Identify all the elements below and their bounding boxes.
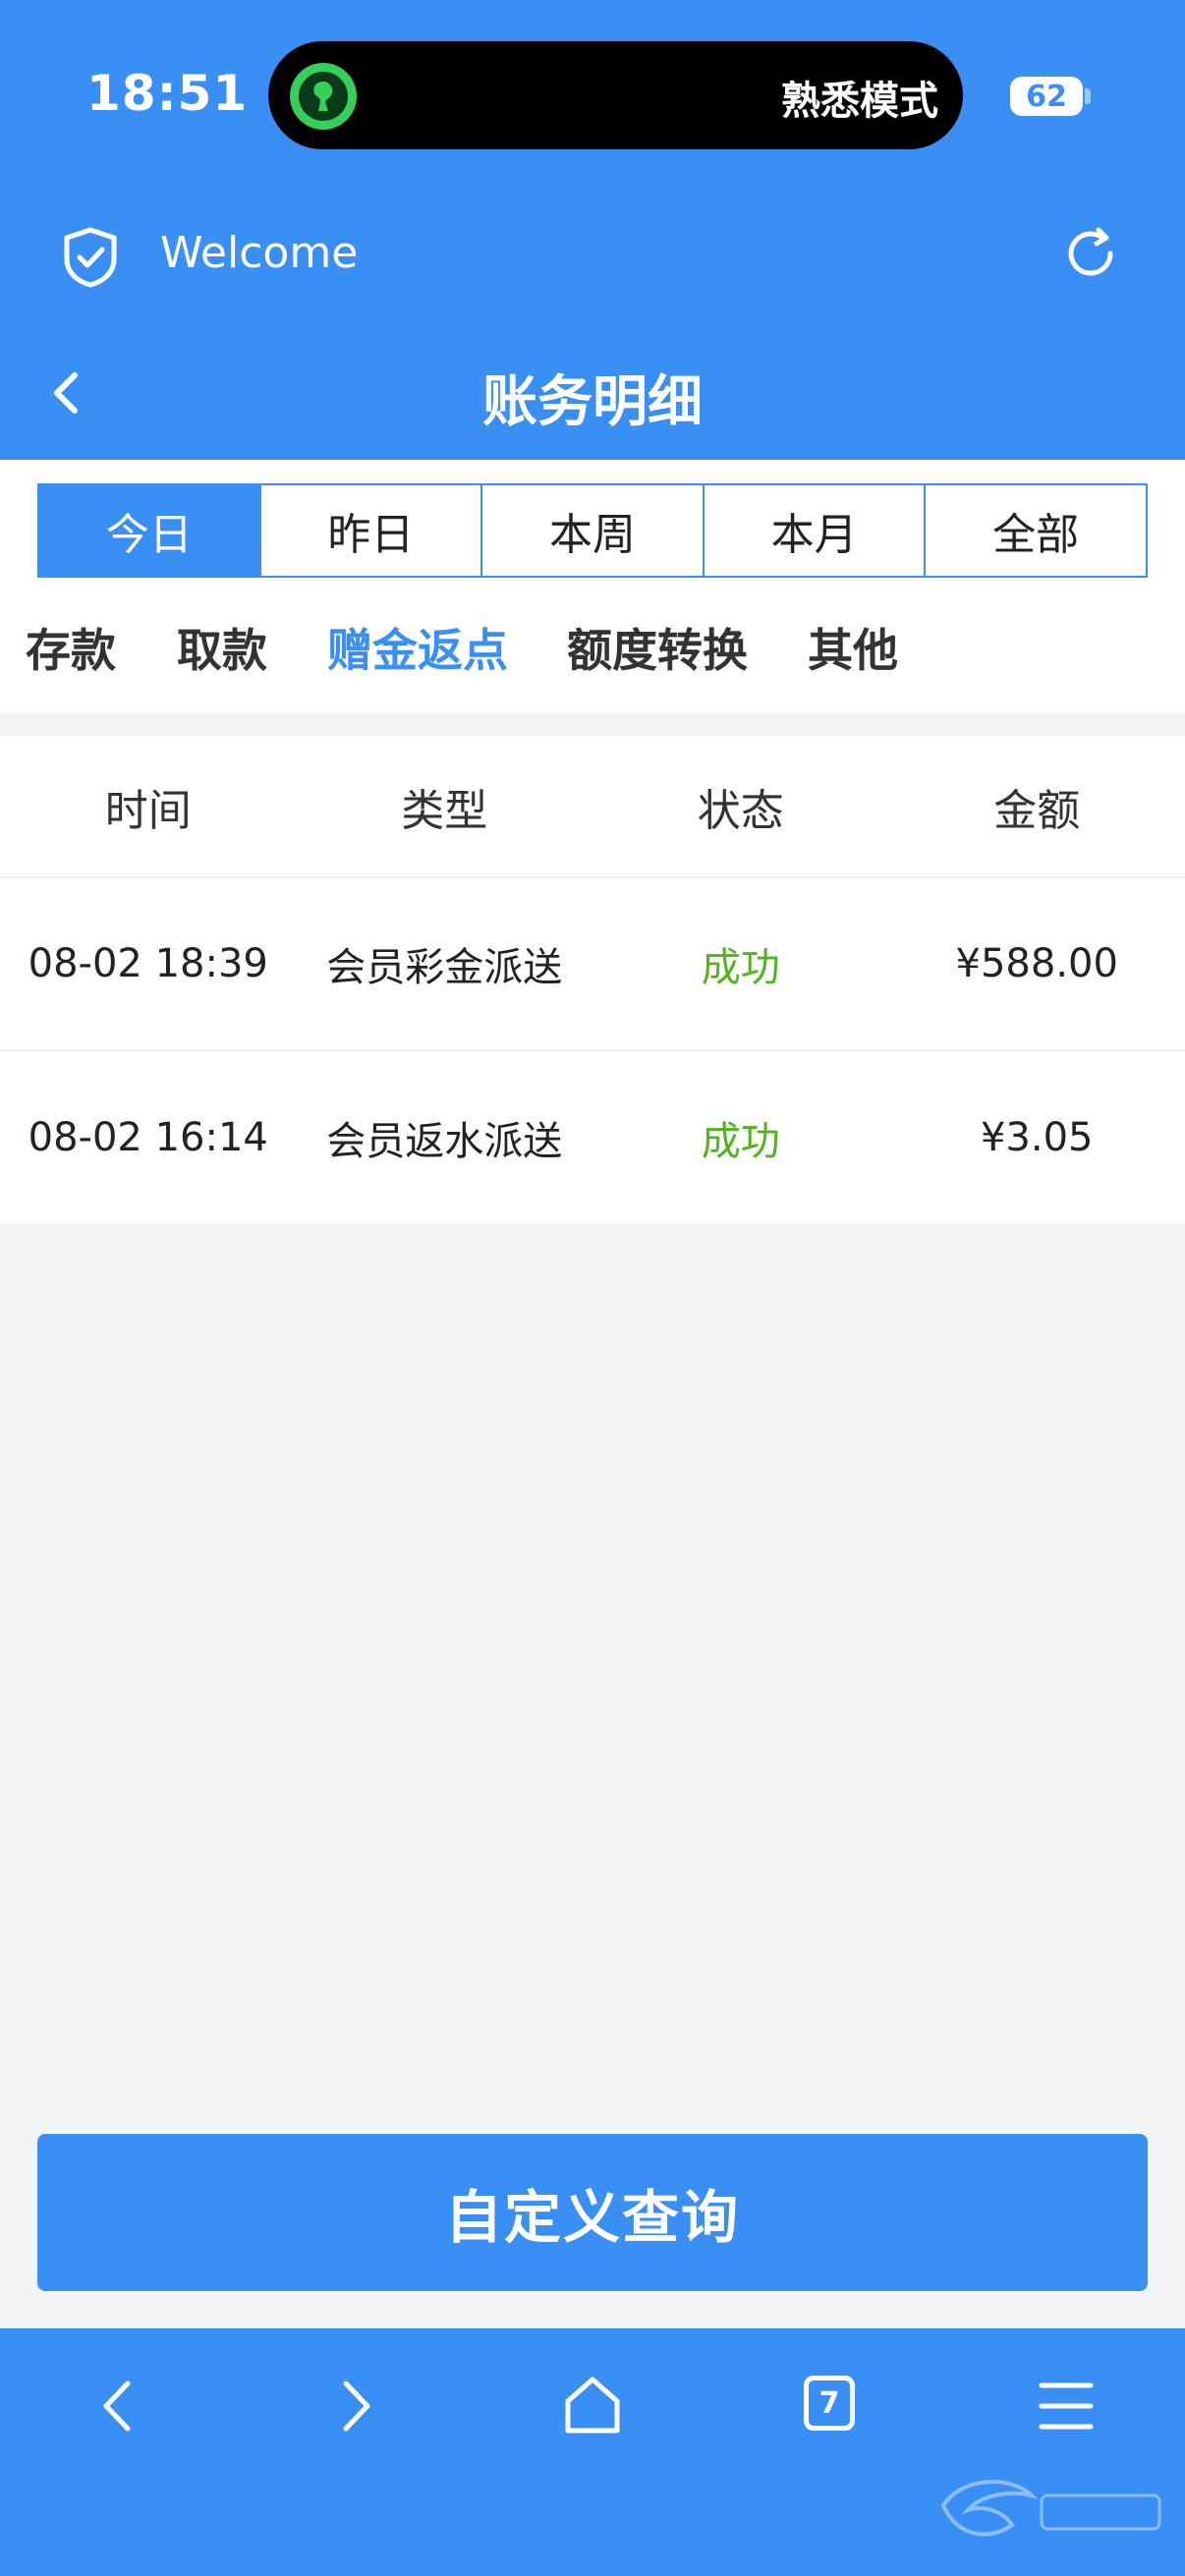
period-filter: 今日 昨日 本周 本月 全部: [0, 460, 1185, 588]
battery-tip: [1085, 88, 1091, 104]
refresh-icon[interactable]: [1061, 224, 1120, 283]
home-icon[interactable]: [558, 2372, 627, 2440]
records-table: 时间 类型 状态 金额 08-02 18:39 会员彩金派送 成功 ¥588.0…: [0, 737, 1185, 1224]
period-tab-all[interactable]: 全部: [924, 485, 1146, 576]
header-amount: 金额: [993, 786, 1081, 836]
row-status: 成功: [701, 1119, 780, 1164]
header-type: 类型: [401, 786, 488, 836]
category-tab-withdraw[interactable]: 取款: [177, 615, 267, 680]
row-amount: ¥3.05: [980, 1115, 1094, 1160]
category-tab-transfer[interactable]: 额度转换: [567, 615, 748, 680]
shield-check-icon[interactable]: [61, 226, 120, 289]
page-title: 账务明细: [482, 370, 703, 434]
table-row[interactable]: 08-02 18:39 会员彩金派送 成功 ¥588.00: [0, 878, 1185, 1051]
table-header: 时间 类型 状态 金额: [0, 737, 1185, 878]
tabs-icon[interactable]: 7: [804, 2376, 855, 2431]
menu-icon[interactable]: [1032, 2372, 1100, 2440]
period-tab-this-week[interactable]: 本周: [480, 485, 703, 576]
watermark-logo: [940, 2480, 1161, 2537]
table-row[interactable]: 08-02 16:14 会员返水派送 成功 ¥3.05: [0, 1051, 1185, 1224]
custom-query-button[interactable]: 自定义查询: [37, 2134, 1148, 2291]
island-mode-label: 熟悉模式: [781, 79, 938, 124]
browser-back-icon[interactable]: [85, 2372, 153, 2440]
nav-bar: 账务明细: [0, 324, 1185, 460]
period-tab-this-month[interactable]: 本月: [702, 485, 925, 576]
category-tab-bonus-rebate[interactable]: 赠金返点: [327, 615, 508, 680]
row-amount: ¥588.00: [955, 941, 1118, 986]
row-time: 08-02 18:39: [28, 941, 268, 986]
battery-indicator: 62: [1010, 77, 1083, 116]
row-type: 会员彩金派送: [326, 945, 563, 990]
row-type: 会员返水派送: [326, 1119, 563, 1164]
header-status: 状态: [697, 786, 784, 836]
browser-forward-icon[interactable]: [320, 2372, 389, 2440]
header-time: 时间: [104, 786, 192, 836]
period-tab-today[interactable]: 今日: [39, 485, 259, 576]
category-tabs: 存款 取款 赠金返点 额度转换 其他: [0, 588, 1185, 713]
browser-header: Welcome: [0, 187, 1185, 324]
app-activity-icon: [290, 63, 357, 130]
status-bar: 18:51 熟悉模式 62: [0, 0, 1185, 187]
category-tab-other[interactable]: 其他: [808, 615, 898, 680]
site-title: Welcome: [160, 228, 359, 278]
dynamic-island[interactable]: 熟悉模式: [268, 41, 963, 149]
row-status: 成功: [701, 945, 780, 990]
status-time: 18:51: [86, 65, 249, 122]
browser-toolbar: 7: [0, 2328, 1185, 2576]
category-tab-deposit[interactable]: 存款: [26, 615, 116, 680]
period-segmented-control: 今日 昨日 本周 本月 全部: [37, 483, 1148, 578]
period-tab-yesterday[interactable]: 昨日: [258, 485, 481, 576]
row-time: 08-02 16:14: [28, 1115, 268, 1160]
